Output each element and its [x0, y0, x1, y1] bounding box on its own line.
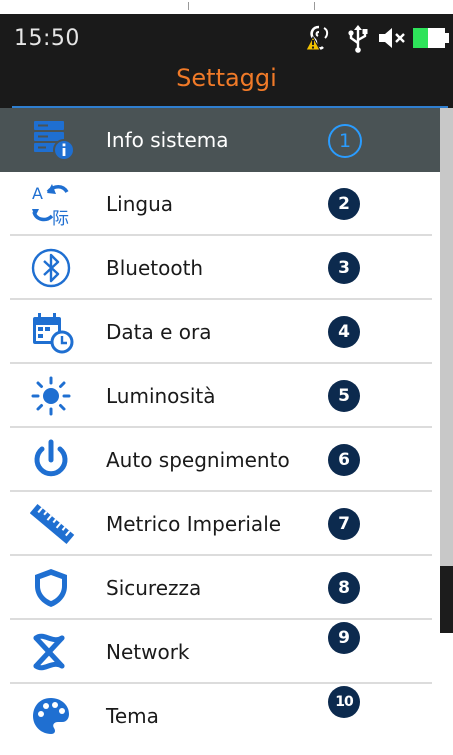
- top-strip: [0, 0, 453, 14]
- scrollbar-track[interactable]: [440, 108, 453, 633]
- svg-text:际: 际: [52, 209, 69, 226]
- network-icon: [33, 633, 65, 671]
- status-time: 15:50: [14, 26, 80, 51]
- usb-icon: [348, 25, 368, 53]
- item-number-badge: 2: [328, 188, 360, 220]
- item-number-badge: 7: [328, 508, 360, 540]
- svg-text:A: A: [32, 184, 43, 203]
- menu-item-label: Auto spegnimento: [106, 448, 290, 472]
- item-number-badge: 8: [328, 572, 360, 604]
- item-number-badge: 1: [328, 124, 362, 158]
- menu-item-sicurezza[interactable]: Sicurezza 8: [0, 556, 440, 620]
- menu-item-label: Data e ora: [106, 320, 212, 344]
- device-screen: 15:50 Settaggi Info sistema 1 A 际 Lingua…: [0, 0, 453, 755]
- power-icon: [34, 439, 68, 477]
- menu-item-network[interactable]: Network 9: [0, 620, 440, 684]
- battery-icon: [413, 28, 449, 48]
- mute-icon: [379, 28, 405, 48]
- menu-item-label: Lingua: [106, 192, 174, 216]
- scrollbar-thumb[interactable]: [440, 566, 453, 633]
- bluetooth-icon: [31, 248, 71, 288]
- item-number-badge: 4: [328, 316, 360, 348]
- menu-item-bluetooth[interactable]: Bluetooth 3: [0, 236, 440, 300]
- menu-item-label: Tema: [106, 704, 159, 728]
- brightness-icon: [31, 376, 71, 416]
- strip-tick: [314, 2, 315, 10]
- menu-item-label: Metrico Imperiale: [106, 512, 282, 536]
- menu-item-label: Info sistema: [106, 128, 229, 152]
- header-bar: 15:50 Settaggi: [0, 0, 453, 108]
- item-number-badge: 5: [328, 380, 360, 412]
- menu-item-label: Sicurezza: [106, 576, 202, 600]
- calendar-clock-icon: [33, 313, 74, 354]
- menu-item-lingua[interactable]: A 际 Lingua 2: [0, 172, 440, 236]
- strip-tick: [188, 2, 189, 10]
- menu-item-auto-spegnimento[interactable]: Auto spegnimento 6: [0, 428, 440, 492]
- ruler-icon: [30, 503, 75, 545]
- language-icon: A 际: [32, 184, 69, 226]
- menu-item-label: Luminosità: [106, 384, 216, 408]
- menu-item-label: Network: [106, 640, 190, 664]
- shield-icon: [35, 569, 67, 607]
- menu-item-label: Bluetooth: [106, 256, 204, 280]
- menu-item-luminosita[interactable]: Luminosità 5: [0, 364, 440, 428]
- palette-icon: [33, 698, 69, 734]
- menu-item-data-e-ora[interactable]: Data e ora 4: [0, 300, 440, 364]
- menu-item-metrico-imperiale[interactable]: Metrico Imperiale 7: [0, 492, 440, 556]
- item-number-badge: 3: [328, 252, 360, 284]
- page-title: Settaggi: [176, 64, 277, 92]
- item-number-badge: 6: [328, 444, 360, 476]
- menu-item-tema[interactable]: Tema 10: [0, 684, 440, 748]
- item-number-badge: 10: [328, 686, 360, 718]
- screen-edge: [440, 633, 453, 755]
- system-info-icon: [34, 121, 75, 161]
- menu-item-info-sistema[interactable]: Info sistema 1: [0, 108, 440, 172]
- item-number-badge: 9: [328, 622, 360, 654]
- hearing-warning-icon: [305, 25, 329, 51]
